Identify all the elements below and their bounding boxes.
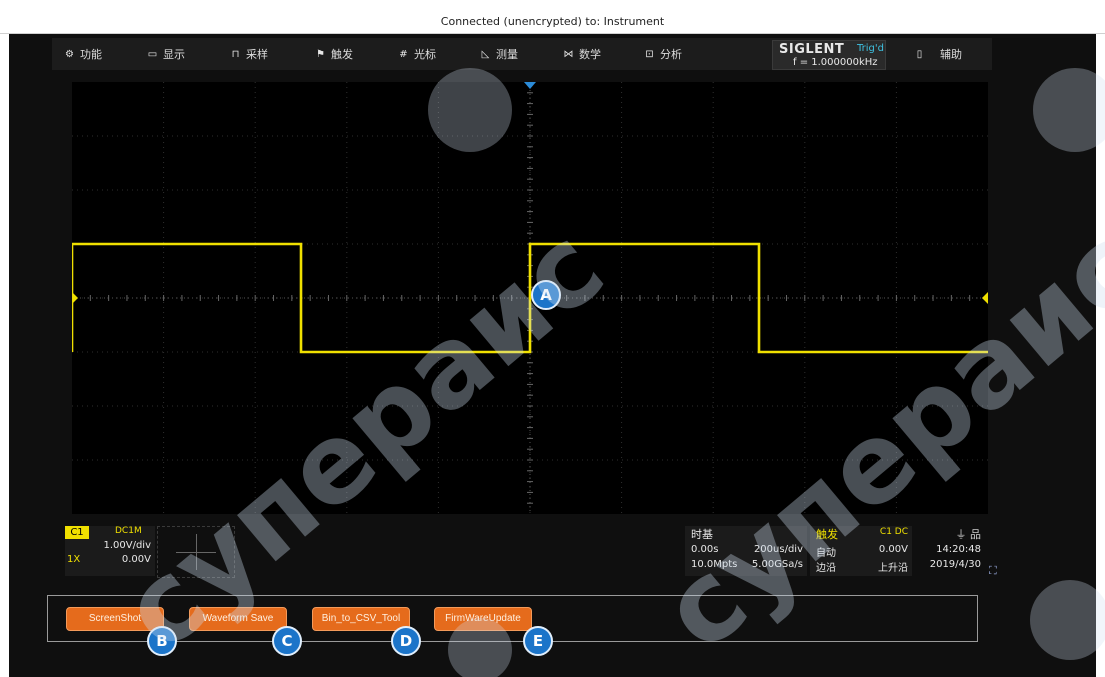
- trigger-header: 触发: [816, 528, 838, 541]
- menu-analysis[interactable]: ⊡ 分析: [644, 46, 682, 62]
- timebase-panel[interactable]: 时基 0.00s 200us/div 10.0Mpts 5.00GSa/s: [685, 526, 807, 576]
- timebase-delay: 0.00s: [691, 544, 719, 555]
- menu-acquire-label: 采样: [246, 48, 268, 61]
- trigger-type: 边沿: [816, 563, 836, 574]
- trigger-mode: 自动: [816, 548, 836, 559]
- menu-display[interactable]: ▭ 显示: [147, 46, 185, 62]
- waveform-save-button[interactable]: Waveform Save: [189, 607, 287, 631]
- menu-display-label: 显示: [163, 48, 185, 61]
- menu-math-label: 数学: [579, 48, 601, 61]
- cursor-icon: #: [399, 48, 408, 60]
- trigger-level: 0.00V: [878, 544, 908, 555]
- channel-1-trace: [72, 242, 988, 354]
- gear-icon: ⚙: [65, 48, 74, 60]
- menu-function[interactable]: ⚙ 功能: [64, 46, 102, 62]
- channel-1-offset-marker: [72, 292, 78, 304]
- trigger-level-marker: [982, 292, 988, 304]
- channel-1-panel[interactable]: C1 DC1M 1.00V/div 1X 0.00V: [65, 526, 155, 576]
- timebase-scale: 200us/div: [753, 544, 803, 555]
- fullscreen-icon[interactable]: ⛶: [989, 564, 997, 578]
- menu-cursor[interactable]: # 光标: [398, 46, 436, 62]
- sample-rate: 5.00GSa/s: [751, 559, 803, 570]
- callout-marker-e: E: [523, 626, 553, 656]
- math-icon: ⋈: [563, 48, 574, 60]
- trigger-flag-icon: ⚑: [316, 48, 325, 60]
- firmware-update-button[interactable]: FirmWareUpdate: [434, 607, 532, 631]
- channel-1-probe: 1X: [67, 554, 81, 565]
- channel-1-coupling: DC1M: [115, 526, 142, 536]
- utility-icon: ▯: [916, 48, 923, 60]
- screenshot-button[interactable]: ScreenShot: [66, 607, 164, 631]
- window-title: Connected (unencrypted) to: Instrument: [440, 15, 665, 28]
- waveform-grid[interactable]: [72, 82, 988, 514]
- display-icon: ▭: [147, 48, 158, 60]
- frequency-readout: f = 1.000000kHz: [793, 57, 878, 68]
- callout-marker-d: D: [391, 626, 421, 656]
- tool-button-bar: ScreenShot Waveform Save Bin_to_CSV_Tool…: [47, 595, 978, 642]
- waveform-canvas: [72, 82, 988, 514]
- menu-function-label: 功能: [80, 48, 102, 61]
- callout-marker-c: C: [272, 626, 302, 656]
- add-channel-button[interactable]: [157, 526, 235, 578]
- menu-acquire[interactable]: ⊓ 采样: [230, 46, 268, 62]
- menu-trigger-label: 触发: [331, 48, 353, 61]
- trigger-slope: 上升沿: [878, 563, 908, 574]
- menu-measure-label: 测量: [496, 48, 518, 61]
- trigger-panel[interactable]: 触发 C1 DC 自动 0.00V 边沿 上升沿: [810, 526, 912, 576]
- memory-depth: 10.0Mpts: [691, 559, 738, 570]
- oscilloscope-screen: ⚙ 功能 ▭ 显示 ⊓ 采样 ⚑ 触发 # 光标 ◺ 测量 ⋈ 数学 ⊡ 分析 SIGLENT …: [9, 34, 1096, 677]
- scope-menu-bar: ⚙ 功能 ▭ 显示 ⊓ 采样 ⚑ 触发 # 光标 ◺ 测量 ⋈ 数学 ⊡ 分析 SIGLENT …: [52, 38, 992, 70]
- brand-logo: SIGLENT: [779, 42, 845, 57]
- plus-icon-v: [196, 534, 197, 570]
- callout-marker-b: B: [147, 626, 177, 656]
- system-time: 14:20:48: [936, 544, 981, 555]
- system-panel: ⏚ 品 14:20:48 2019/4/30: [917, 526, 985, 576]
- menu-cursor-label: 光标: [414, 48, 436, 61]
- acquire-icon: ⊓: [231, 48, 240, 60]
- usb-network-icons: ⏚ 品: [955, 528, 982, 541]
- trigger-source: C1 DC: [879, 527, 908, 537]
- measure-icon: ◺: [481, 48, 490, 60]
- channel-1-offset: 0.00V: [121, 554, 151, 565]
- menu-trigger[interactable]: ⚑ 触发: [315, 46, 353, 62]
- menu-math[interactable]: ⋈ 数学: [563, 46, 602, 62]
- channel-1-scale: 1.00V/div: [103, 540, 151, 551]
- system-date: 2019/4/30: [929, 559, 981, 570]
- trigger-status: Trig'd: [857, 43, 884, 54]
- timebase-header: 时基: [691, 528, 713, 541]
- trigger-position-marker: [524, 82, 536, 89]
- analysis-icon: ⊡: [645, 48, 654, 60]
- menu-utility[interactable]: ▯ 辅助: [914, 46, 962, 62]
- menu-measure[interactable]: ◺ 测量: [480, 46, 518, 62]
- window-titlebar: Connected (unencrypted) to: Instrument: [0, 0, 1105, 34]
- callout-marker-a: A: [531, 280, 561, 310]
- menu-utility-label: 辅助: [940, 48, 962, 61]
- menu-analysis-label: 分析: [660, 48, 682, 61]
- bin-to-csv-button[interactable]: Bin_to_CSV_Tool: [312, 607, 410, 631]
- channel-1-badge: C1: [65, 526, 89, 539]
- status-box: SIGLENT Trig'd f = 1.000000kHz: [772, 40, 886, 70]
